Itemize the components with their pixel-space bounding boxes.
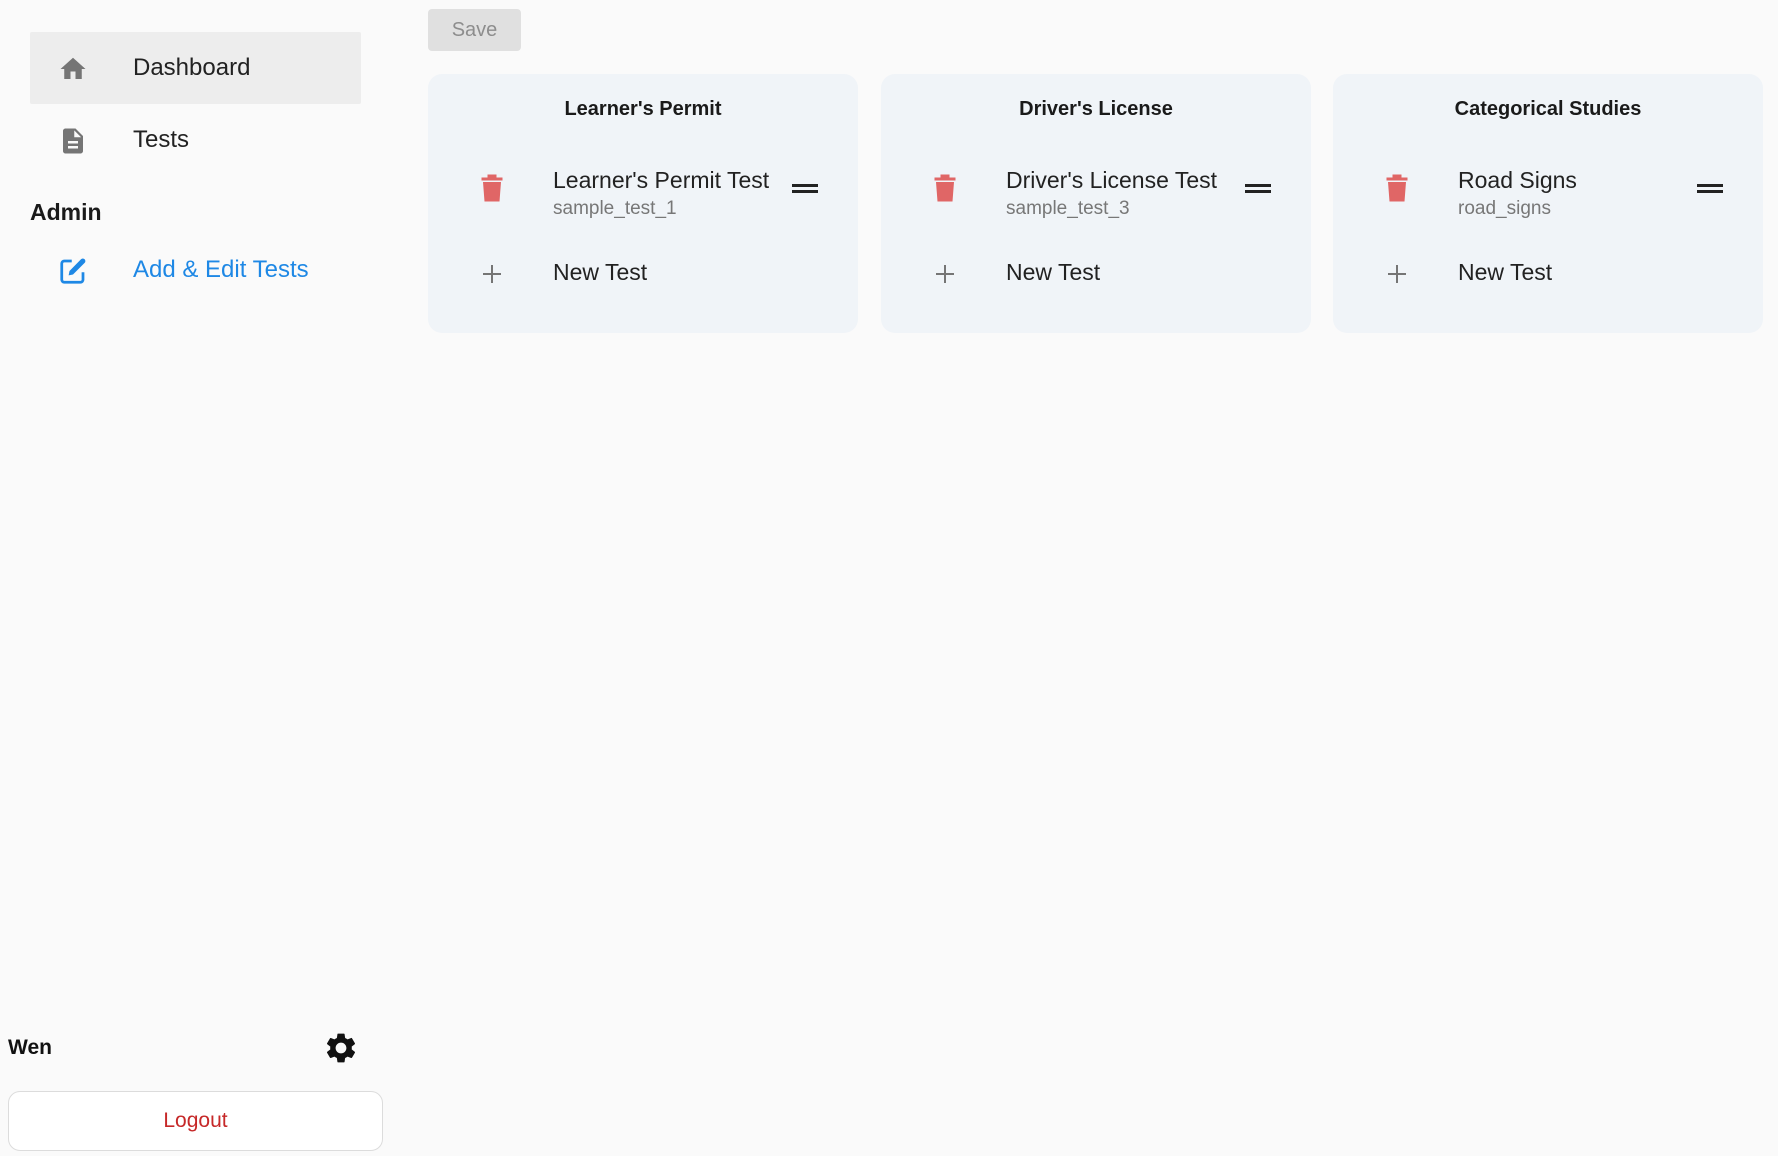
trash-icon[interactable] <box>1385 173 1409 203</box>
sidebar-item-dashboard[interactable]: Dashboard <box>30 32 361 104</box>
test-slug: sample_test_1 <box>553 198 677 219</box>
plus-icon[interactable] <box>1385 262 1409 286</box>
test-name: Learner's Permit Test <box>553 167 770 193</box>
new-test-label[interactable]: New Test <box>1006 259 1100 286</box>
home-icon <box>60 57 86 79</box>
app-root: Dashboard Tests Admin Add & Edit Tests W… <box>0 0 1778 1156</box>
plus-icon[interactable] <box>480 262 504 286</box>
test-row[interactable]: Road Signs road_signs <box>1333 160 1763 220</box>
logout-button[interactable]: Logout <box>8 1091 383 1151</box>
new-test-label[interactable]: New Test <box>1458 259 1552 286</box>
sidebar-item-label: Tests <box>133 126 190 153</box>
drag-handle-icon[interactable] <box>792 183 818 195</box>
category-title: Driver's License <box>1019 98 1173 120</box>
new-test-row[interactable]: New Test <box>881 246 1311 302</box>
test-slug: sample_test_3 <box>1006 198 1130 219</box>
new-test-label[interactable]: New Test <box>553 259 647 286</box>
category-title: Categorical Studies <box>1454 98 1642 120</box>
test-row[interactable]: Driver's License Test sample_test_3 <box>881 160 1311 220</box>
sidebar: Dashboard Tests Admin Add & Edit Tests W… <box>0 0 390 1156</box>
document-icon <box>63 128 83 154</box>
save-button[interactable]: Save <box>428 9 521 51</box>
admin-section-title: Admin <box>30 199 102 225</box>
new-test-row[interactable]: New Test <box>1333 246 1763 302</box>
sidebar-item-add-edit-tests[interactable]: Add & Edit Tests <box>30 234 361 306</box>
drag-handle-icon[interactable] <box>1697 183 1723 195</box>
sidebar-item-label: Add & Edit Tests <box>133 256 309 283</box>
new-test-row[interactable]: New Test <box>428 246 858 302</box>
trash-icon[interactable] <box>480 173 504 203</box>
test-name: Driver's License Test <box>1006 167 1218 193</box>
category-title: Learner's Permit <box>564 98 722 120</box>
trash-icon[interactable] <box>933 173 957 203</box>
gear-icon[interactable] <box>323 1030 359 1066</box>
sidebar-item-tests[interactable]: Tests <box>30 104 361 176</box>
user-name: Wen <box>8 1036 52 1059</box>
test-name: Road Signs <box>1458 167 1577 193</box>
drag-handle-icon[interactable] <box>1245 183 1271 195</box>
edit-icon <box>60 258 86 284</box>
sidebar-item-label: Dashboard <box>133 54 251 81</box>
test-row[interactable]: Learner's Permit Test sample_test_1 <box>428 160 858 220</box>
plus-icon[interactable] <box>933 262 957 286</box>
test-slug: road_signs <box>1458 198 1551 219</box>
